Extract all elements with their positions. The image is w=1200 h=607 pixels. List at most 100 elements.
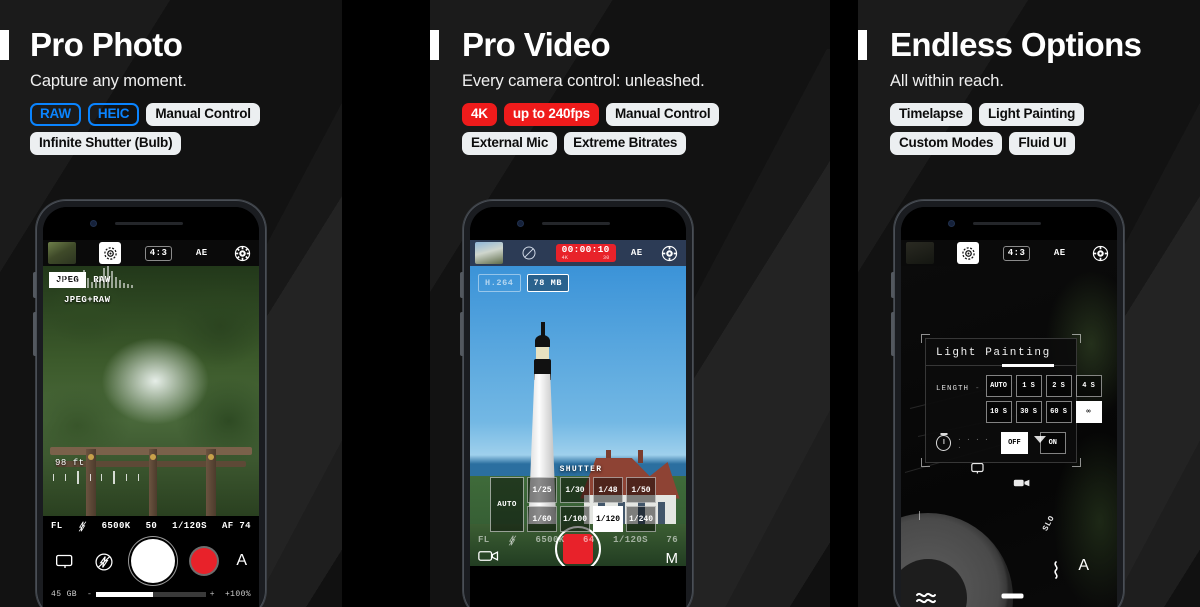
exposure-mode-button[interactable]: AE — [1054, 248, 1066, 258]
readout-focus[interactable]: 76 — [666, 535, 678, 545]
gear-icon[interactable] — [1089, 242, 1111, 264]
panel-pro-photo: Pro Photo Capture any moment. RAW HEIC M… — [0, 0, 342, 607]
flash-off-icon[interactable] — [518, 242, 540, 264]
readout-focus[interactable]: AF 74 — [222, 521, 251, 531]
length-option-infinite[interactable]: ∞ — [1075, 401, 1102, 423]
title-row: Pro Photo — [0, 28, 342, 61]
length-option-auto[interactable]: AUTO — [985, 375, 1012, 397]
gear-icon[interactable] — [231, 242, 253, 264]
length-option-2s[interactable]: 2 S — [1045, 375, 1072, 397]
shutter-speed-overlay[interactable]: SHUTTER AUTO 1/25 1/30 1/48 1/50 1/60 1/… — [490, 465, 672, 532]
viewfinder-options[interactable]: Light Painting LENGTH - AUTO 1 S 2 S 4 S — [901, 266, 1117, 607]
camera-top-bar: 4:3 AE — [43, 240, 259, 266]
framing-grid-icon[interactable] — [55, 552, 75, 570]
timer-icon[interactable] — [936, 435, 952, 451]
title-row: Pro Video — [430, 28, 830, 61]
length-option-4s[interactable]: 4 S — [1075, 375, 1102, 397]
length-option-30s[interactable]: 30 S — [1015, 401, 1042, 423]
panel-header: Endless Options All within reach. Timela… — [858, 28, 1200, 156]
resolution-label: 4K — [561, 254, 569, 261]
shutter-option-1-30[interactable]: 1/30 — [560, 477, 590, 503]
readout-shutter[interactable]: 1/120S — [172, 521, 207, 531]
mode-letter[interactable]: M — [666, 550, 679, 567]
waves-icon — [915, 589, 941, 607]
readout-iso[interactable]: 50 — [146, 521, 158, 531]
shutter-option-1-100[interactable]: 1/100 — [560, 506, 590, 532]
phone-mockup-video: 00:00:10 4K 30 AE H.264 78 MB SHUTTER AU… — [460, 200, 693, 607]
camera-switch-icon[interactable] — [478, 549, 499, 566]
timer-off-button[interactable]: OFF — [1001, 432, 1028, 454]
dialog-title: Light Painting — [926, 339, 1076, 367]
chip-filesize[interactable]: 78 MB — [526, 274, 570, 292]
format-selector-secondary[interactable]: JPEG+RAW — [57, 292, 117, 308]
format-option-jpeg-raw[interactable]: JPEG+RAW — [57, 292, 117, 308]
shutter-option-1-120[interactable]: 1/120 — [593, 506, 623, 532]
badge-raw: RAW — [30, 103, 81, 127]
phone-screen: 4:3 AE — [901, 207, 1117, 607]
free-space-label: 45 GB — [51, 589, 78, 599]
distance-value: 98 ft — [55, 458, 85, 468]
shutter-option-1-50[interactable]: 1/50 — [626, 477, 656, 503]
mode-letter[interactable]: A — [1078, 557, 1089, 575]
readout-flash[interactable]: FL — [478, 535, 490, 545]
readout-flash[interactable]: FL — [51, 521, 63, 531]
shutter-option-1-25[interactable]: 1/25 — [527, 477, 557, 503]
zoom-level: +100% — [224, 589, 251, 599]
flash-toggle-icon[interactable] — [94, 552, 114, 571]
shutter-option-1-48[interactable]: 1/48 — [593, 477, 623, 503]
readout-white-balance[interactable]: 6500K — [102, 521, 131, 531]
readout-shutter[interactable]: 1/120S — [613, 535, 648, 545]
photo-thumbnail[interactable] — [906, 242, 934, 264]
length-option-10s[interactable]: 10 S — [985, 401, 1012, 423]
viewfinder-video[interactable]: H.264 78 MB SHUTTER AUTO 1/25 1/30 1/48 … — [470, 266, 686, 566]
record-button[interactable] — [191, 548, 218, 574]
shutter-overlay-label: SHUTTER — [559, 465, 603, 474]
aperture-icon[interactable] — [99, 242, 122, 264]
length-option-60s[interactable]: 60 S — [1045, 401, 1072, 423]
badge-fluid-ui: Fluid UI — [1009, 132, 1076, 156]
badge-custom-modes: Custom Modes — [890, 132, 1003, 156]
accent-bar — [858, 29, 867, 60]
readout-iso[interactable]: 64 — [583, 535, 595, 545]
video-format-chips[interactable]: H.264 78 MB — [478, 274, 570, 292]
viewfinder-photo[interactable]: JPEG RAW JPEG+RAW 98 ft — [43, 266, 259, 516]
camera-top-bar: 4:3 AE — [901, 240, 1117, 266]
zoom-slider-track[interactable] — [96, 591, 206, 597]
zoom-slider[interactable]: - + — [87, 590, 215, 599]
zoom-plus[interactable]: + — [210, 590, 215, 599]
aspect-ratio-button[interactable]: 4:3 — [144, 245, 173, 261]
photo-thumbnail[interactable] — [48, 242, 76, 264]
recording-timecode-chip[interactable]: 00:00:10 4K 30 — [555, 244, 616, 262]
zoom-minus[interactable]: - — [87, 590, 92, 599]
camera-top-bar: 00:00:10 4K 30 AE — [470, 240, 686, 266]
aperture-icon[interactable] — [957, 242, 980, 264]
shutter-button[interactable] — [132, 541, 173, 581]
exposure-mode-button[interactable]: AE — [631, 248, 643, 258]
flash-off-icon[interactable] — [508, 534, 517, 546]
shutter-option-auto[interactable]: AUTO — [490, 477, 524, 532]
video-mode-icon[interactable] — [1013, 477, 1031, 489]
exposure-mode-button[interactable]: AE — [196, 248, 208, 258]
camera-readout-bar: FL 6500K 50 1/120S AF 74 — [43, 516, 259, 536]
badge-timelapse: Timelapse — [890, 103, 972, 127]
length-dots: - — [975, 385, 980, 393]
chip-codec[interactable]: H.264 — [478, 274, 521, 292]
mode-letter[interactable]: A — [236, 552, 247, 570]
length-option-1s[interactable]: 1 S — [1015, 375, 1042, 397]
readout-white-balance[interactable]: 6500K — [536, 535, 565, 545]
phone-notch-area — [43, 207, 259, 240]
earpiece-speaker — [973, 222, 1041, 225]
badge-240fps: up to 240fps — [503, 103, 599, 127]
video-thumbnail[interactable] — [475, 242, 503, 264]
histogram — [53, 266, 139, 288]
shutter-option-1-240[interactable]: 1/240 — [626, 506, 656, 532]
mode-dial[interactable]: SLO — [901, 462, 1058, 607]
flash-off-icon[interactable] — [78, 520, 87, 532]
panel-pro-video: Pro Video Every camera control: unleashe… — [430, 0, 830, 607]
aspect-ratio-button[interactable]: 4:3 — [1002, 245, 1031, 261]
shutter-option-1-60[interactable]: 1/60 — [527, 506, 557, 532]
dial-tick — [919, 511, 920, 520]
gear-icon[interactable] — [658, 242, 680, 264]
badge-external-mic: External Mic — [462, 132, 558, 156]
light-painting-mode-icon[interactable] — [1049, 561, 1063, 579]
